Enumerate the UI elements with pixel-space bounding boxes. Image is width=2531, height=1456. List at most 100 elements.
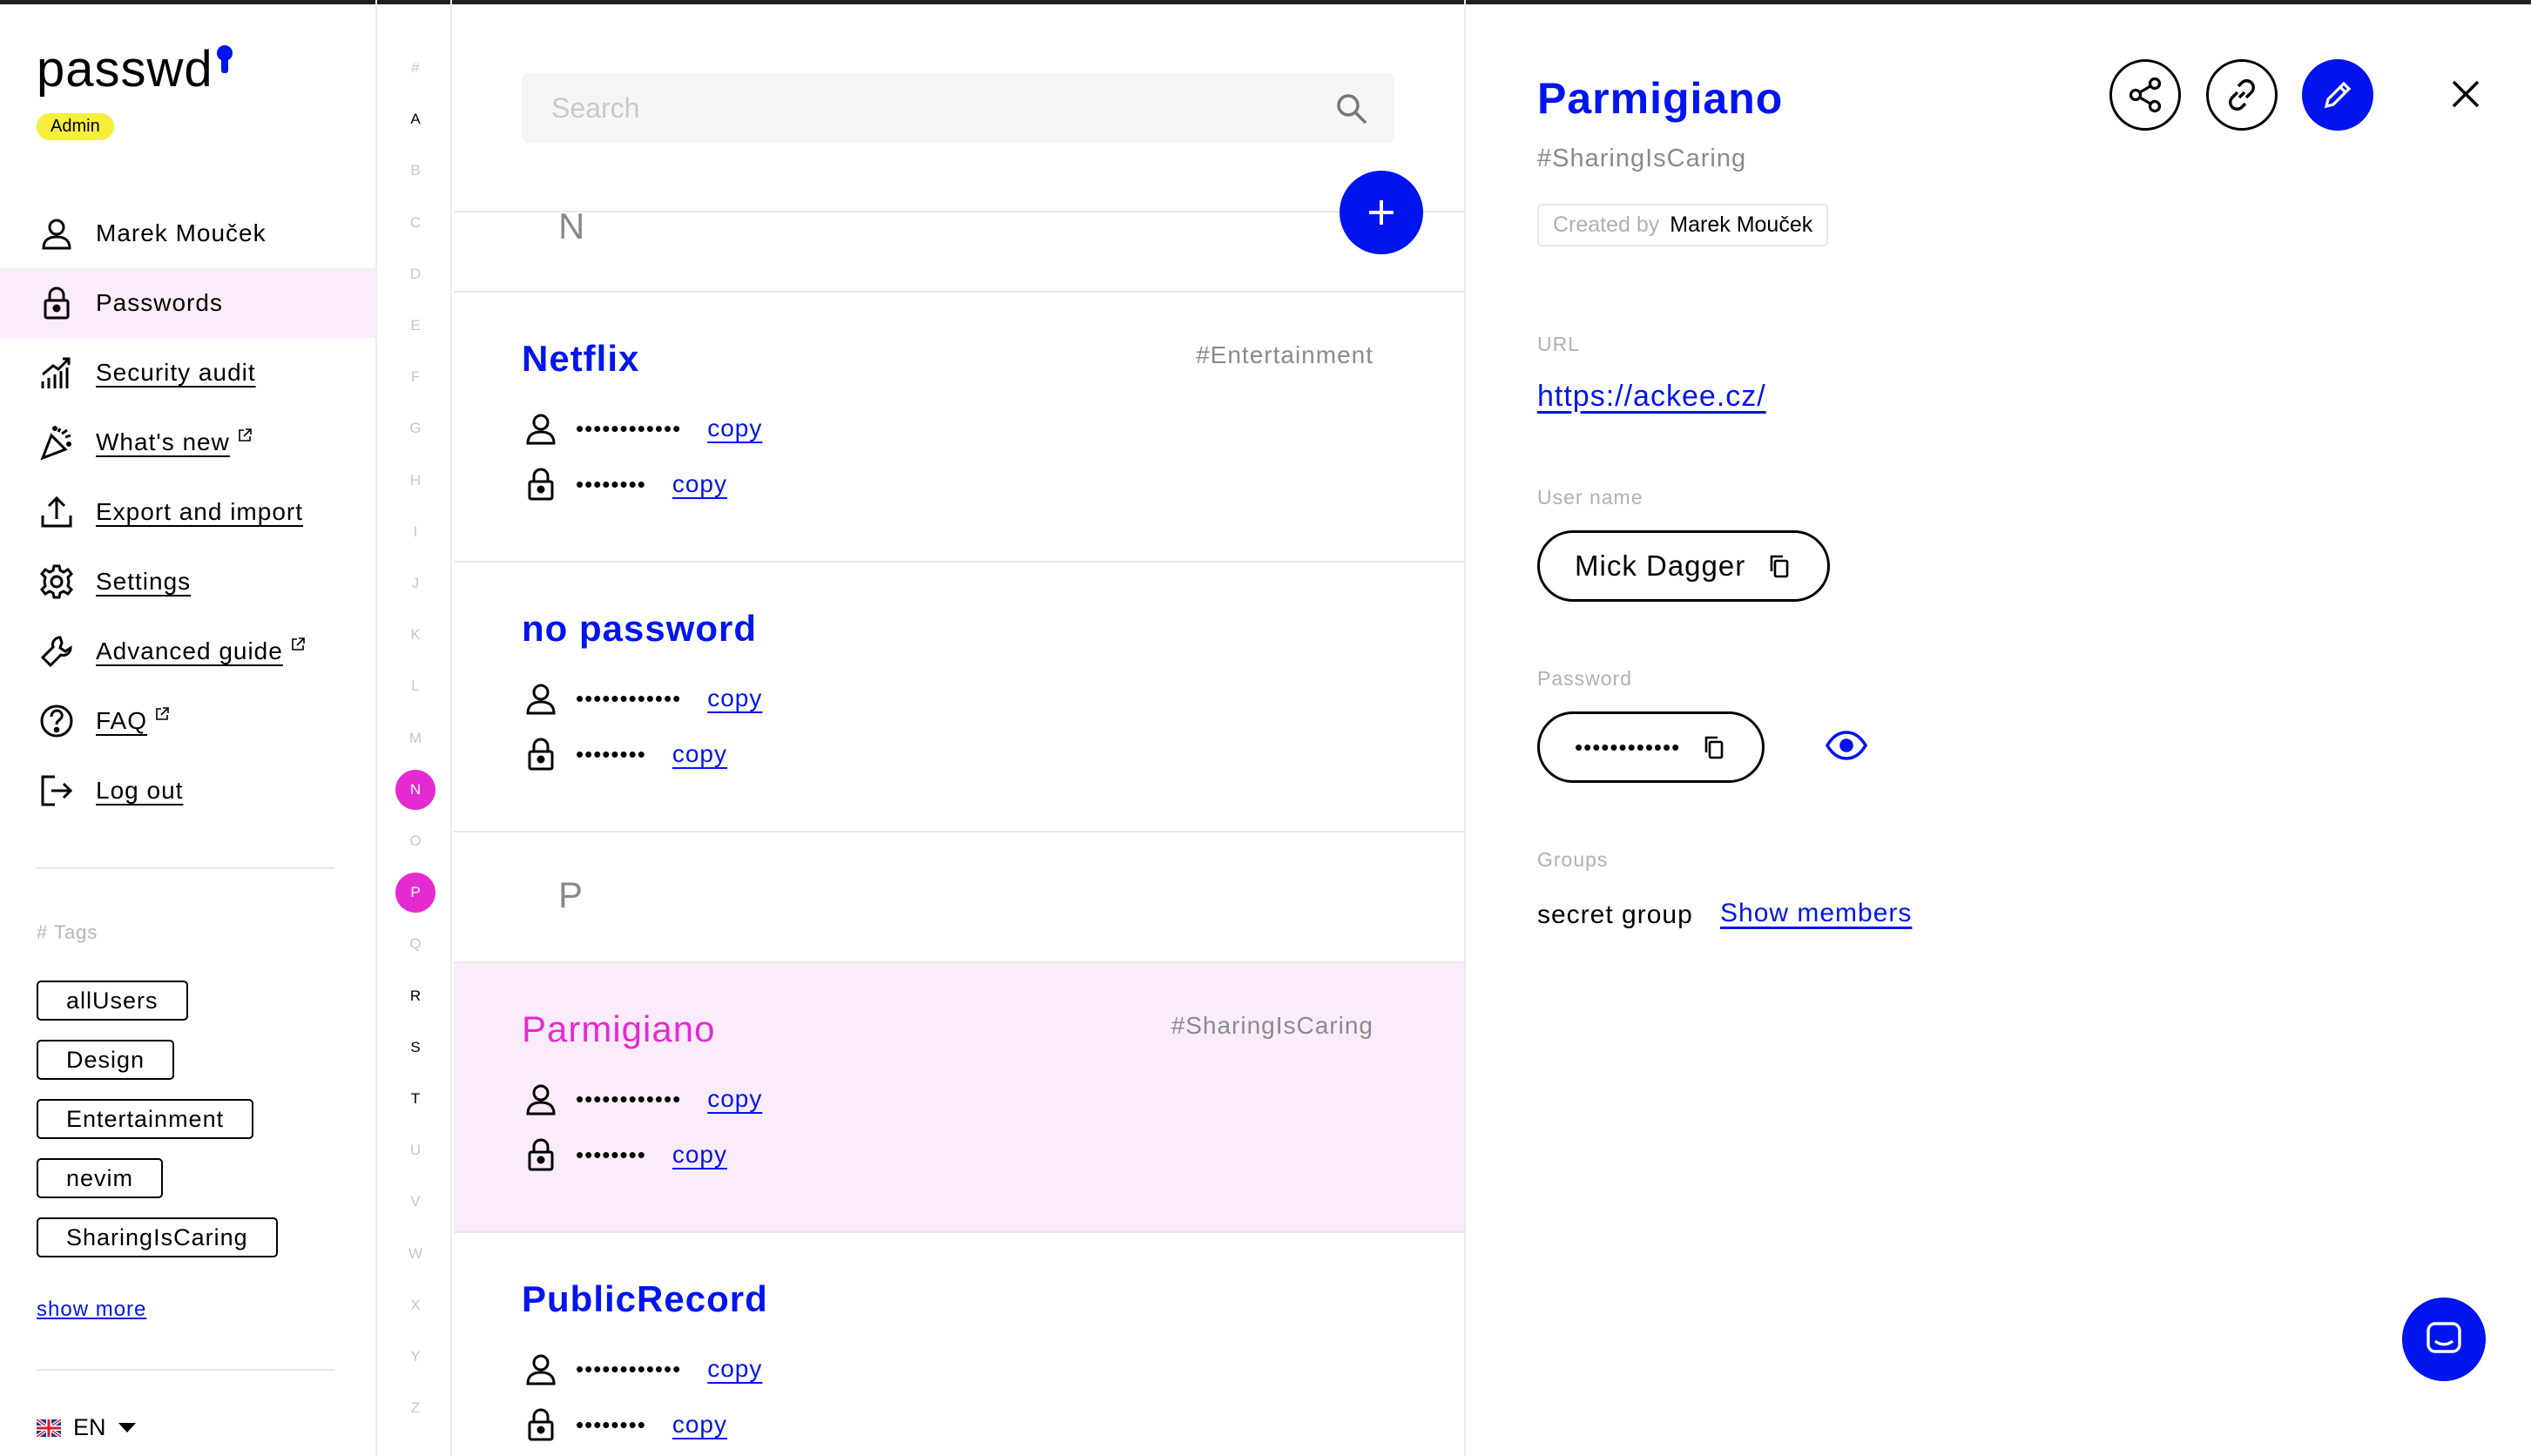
alphabet-letter[interactable]: E — [379, 317, 452, 334]
sidebar-item-whats-new[interactable]: What's new — [0, 408, 377, 477]
copy-password-link[interactable]: copy — [672, 1141, 727, 1169]
show-members-link[interactable]: Show members — [1720, 899, 1912, 928]
user-icon — [526, 1354, 556, 1385]
alphabet-letter[interactable]: F — [379, 368, 452, 386]
alphabet-letter[interactable]: L — [379, 677, 452, 695]
url-label: URL — [1537, 333, 1581, 355]
alphabet-letter[interactable]: W — [379, 1245, 452, 1263]
tag-chip[interactable]: Design — [37, 1040, 175, 1080]
detail-title: Parmigiano — [1537, 74, 1784, 123]
password-card-selected[interactable]: Parmigiano #SharingIsCaring ••••••••••••… — [454, 963, 1464, 1233]
password-card[interactable]: PublicRecord •••••••••••• copy •••••••• … — [454, 1233, 1464, 1456]
copy-password-link[interactable]: copy — [672, 740, 727, 768]
party-icon — [37, 422, 77, 462]
alphabet-letter[interactable]: P — [379, 873, 452, 913]
password-card[interactable]: no password •••••••••••• copy •••••••• c… — [454, 563, 1464, 832]
password-card[interactable]: Netflix #Entertainment •••••••••••• copy… — [454, 293, 1464, 563]
alphabet-letter[interactable]: Q — [379, 935, 452, 953]
alphabet-letter[interactable]: I — [379, 523, 452, 541]
alphabet-letter-label: Y — [410, 1348, 421, 1365]
alphabet-letter[interactable]: Z — [379, 1399, 452, 1417]
copy-username-link[interactable]: copy — [707, 1355, 762, 1383]
alphabet-letter-label: F — [410, 368, 421, 386]
copy-icon[interactable] — [1701, 734, 1727, 760]
link-icon — [2229, 79, 2255, 111]
alphabet-letter[interactable]: O — [379, 832, 452, 850]
alphabet-letter-label: R — [409, 987, 422, 1004]
password-field[interactable]: •••••••••••• — [1537, 711, 1765, 783]
alphabet-letter[interactable]: H — [379, 472, 452, 489]
url-link[interactable]: https://ackee.cz/ — [1537, 380, 1766, 414]
alphabet-letter[interactable]: N — [379, 769, 452, 810]
alphabet-letter[interactable]: B — [379, 162, 452, 179]
alphabet-letter[interactable]: K — [379, 626, 452, 644]
alphabet-letter-label: O — [409, 832, 422, 849]
lock-icon — [528, 738, 554, 771]
group-name: secret group — [1537, 900, 1693, 929]
copy-username-link[interactable]: copy — [707, 1085, 762, 1113]
copy-password-link[interactable]: copy — [672, 470, 727, 498]
sidebar-item-settings[interactable]: Settings — [0, 547, 377, 617]
username-field[interactable]: Mick Dagger — [1537, 530, 1831, 602]
role-badge: Admin — [37, 113, 114, 140]
sidebar: passwd Admin Marek Mouček Passwords Secu… — [0, 0, 377, 1456]
tag-chip[interactable]: SharingIsCaring — [37, 1217, 278, 1257]
card-title: no password — [522, 608, 758, 649]
alphabet-letter[interactable]: T — [379, 1090, 452, 1108]
tag-chip[interactable]: allUsers — [37, 981, 188, 1021]
logo: passwd — [37, 40, 234, 98]
divider — [454, 211, 1464, 212]
share-button[interactable] — [2109, 59, 2181, 131]
sidebar-item-label: What's new — [96, 428, 230, 455]
sidebar-item-logout[interactable]: Log out — [0, 756, 377, 826]
divider — [454, 831, 1464, 832]
sidebar-item-faq[interactable]: FAQ — [0, 686, 377, 756]
copy-icon[interactable] — [1766, 553, 1792, 579]
alphabet-letter-label: H — [409, 471, 422, 489]
alphabet-letter[interactable]: G — [379, 420, 452, 437]
search-icon — [1337, 94, 1367, 125]
alphabet-letter[interactable]: X — [379, 1297, 452, 1314]
copy-username-link[interactable]: copy — [707, 684, 762, 712]
close-icon[interactable] — [2448, 77, 2483, 111]
card-title: PublicRecord — [522, 1278, 768, 1319]
password-mask: •••••••• — [576, 1141, 646, 1168]
gear-icon — [37, 562, 77, 602]
sidebar-item-security-audit[interactable]: Security audit — [0, 338, 377, 408]
tag-chip[interactable]: Entertainment — [37, 1099, 254, 1139]
copy-link-button[interactable] — [2206, 59, 2278, 131]
alphabet-letter[interactable]: R — [379, 988, 452, 1005]
show-more-tags-link[interactable]: show more — [37, 1298, 146, 1322]
alphabet-letter[interactable]: S — [379, 1039, 452, 1056]
eye-icon[interactable] — [1825, 730, 1868, 761]
copy-username-link[interactable]: copy — [707, 415, 762, 442]
alphabet-letter[interactable]: V — [379, 1193, 452, 1210]
user-icon — [526, 414, 556, 445]
alphabet-letter[interactable]: M — [379, 730, 452, 747]
sidebar-item-advanced-guide[interactable]: Advanced guide — [0, 617, 377, 686]
sidebar-item-label: Export and import — [96, 498, 303, 525]
alphabet-letter[interactable]: J — [379, 575, 452, 592]
edit-button[interactable] — [2302, 59, 2373, 131]
username-mask: •••••••••••• — [576, 684, 682, 711]
search-input[interactable]: Search — [522, 73, 1394, 143]
tag-chip[interactable]: nevim — [37, 1158, 164, 1198]
alphabet-letter[interactable]: Y — [379, 1348, 452, 1365]
sidebar-item-passwords[interactable]: Passwords — [0, 268, 377, 338]
chat-widget-button[interactable] — [2402, 1298, 2486, 1381]
sidebar-nav: Marek Mouček Passwords Security audit Wh… — [0, 199, 377, 826]
plus-icon — [1369, 200, 1394, 225]
alphabet-letter-label: K — [410, 626, 421, 644]
copy-password-link[interactable]: copy — [672, 1411, 727, 1439]
alphabet-letter[interactable]: A — [379, 111, 452, 128]
language-selector[interactable]: EN — [37, 1414, 136, 1441]
alphabet-letter[interactable]: # — [379, 59, 452, 77]
password-mask: •••••••• — [576, 470, 646, 497]
pencil-icon — [2324, 81, 2352, 109]
sidebar-item-export-import[interactable]: Export and import — [0, 477, 377, 547]
sidebar-item-profile[interactable]: Marek Mouček — [0, 199, 377, 268]
alphabet-letter[interactable]: D — [379, 266, 452, 283]
alphabet-letter[interactable]: C — [379, 214, 452, 232]
add-password-button[interactable] — [1340, 171, 1423, 254]
alphabet-letter[interactable]: U — [379, 1142, 452, 1159]
